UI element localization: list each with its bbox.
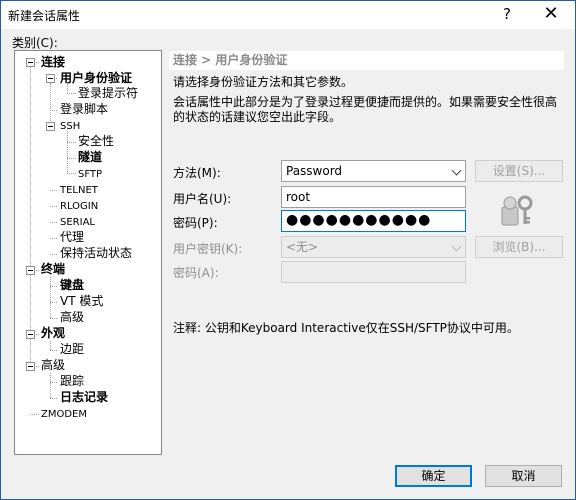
tree-item-serial[interactable]: SERIAL	[60, 215, 95, 230]
method-select[interactable]: Password	[281, 160, 466, 182]
browse-button[interactable]: 浏览(B)...	[475, 236, 563, 258]
chevron-down-icon	[451, 241, 462, 252]
tree-line	[67, 142, 76, 143]
tree-item-proxy[interactable]: 代理	[60, 230, 84, 245]
chevron-down-icon	[451, 165, 462, 176]
tree-item-security[interactable]: 安全性	[78, 134, 114, 149]
category-tree[interactable]: 连接 用户身份验证 登录提示符 登录脚本 SSH 安全性 隧道 SFTP TEL…	[14, 50, 162, 455]
help-icon[interactable]: ?	[485, 1, 529, 29]
tree-item-margin[interactable]: 边距	[60, 342, 84, 357]
username-label: 用户名(U):	[173, 192, 232, 206]
tree-line	[30, 414, 39, 415]
user-key-select-value: <无>	[286, 240, 319, 254]
tree-line	[50, 83, 51, 127]
tree-line	[50, 277, 51, 318]
tree-line	[50, 382, 57, 383]
tree-item-sftp[interactable]: SFTP	[78, 167, 102, 182]
tree-item-keyboard[interactable]: 键盘	[60, 278, 84, 293]
window-title: 新建会话属性	[8, 9, 81, 23]
tree-item-login-script[interactable]: 登录脚本	[60, 102, 108, 117]
tree-line	[50, 373, 51, 398]
collapse-icon[interactable]	[26, 362, 35, 371]
note-text: 注释: 公钥和Keyboard Interactive仅在SSH/SFTP协议中…	[173, 321, 519, 335]
tree-line	[67, 93, 76, 94]
tree-item-rlogin[interactable]: RLOGIN	[60, 199, 98, 214]
tree-line	[50, 110, 57, 111]
tree-item-tunnel[interactable]: 隧道	[78, 150, 102, 165]
collapse-icon[interactable]	[46, 74, 55, 83]
setup-button[interactable]: 设置(S)...	[475, 160, 563, 182]
collapse-icon[interactable]	[26, 330, 35, 339]
tree-item-zmodem[interactable]: ZMODEM	[41, 407, 87, 422]
tree-line	[67, 173, 76, 174]
tree-line	[67, 131, 68, 172]
tree-item-user-auth[interactable]: 用户身份验证	[60, 71, 132, 86]
password-label: 密码(P):	[173, 216, 218, 230]
dialog-window: 新建会话属性 ? ✕ 类别(C): 连接 用户身份验证 登录提示符 登录脚本 S…	[0, 0, 576, 500]
password-input[interactable]: ●●●●●●●●●●●	[281, 210, 466, 232]
tree-item-login-prompt[interactable]: 登录提示符	[78, 86, 138, 101]
collapse-icon[interactable]	[26, 266, 35, 275]
method-label: 方法(M):	[173, 166, 221, 180]
passphrase-label: 密码(A):	[173, 266, 219, 280]
tree-line	[50, 318, 57, 319]
tree-line	[50, 206, 57, 207]
close-icon[interactable]: ✕	[529, 1, 573, 29]
tree-line	[67, 158, 76, 159]
method-select-value: Password	[286, 164, 343, 178]
description: 请选择身份验证方法和其它参数。 会话属性中此部分是为了登录过程更便捷而提供的。如…	[173, 75, 565, 125]
tree-line	[50, 341, 51, 350]
category-label: 类别(C):	[12, 36, 58, 50]
collapse-icon[interactable]	[46, 122, 55, 131]
tree-line	[50, 254, 57, 255]
tree-item-ssh[interactable]: SSH	[60, 119, 80, 134]
tree-line	[50, 286, 57, 287]
user-key-label: 用户密钥(K):	[173, 242, 243, 256]
tree-item-logging[interactable]: 日志记录	[60, 390, 108, 405]
tree-line	[50, 398, 57, 399]
user-key-icon	[501, 195, 533, 226]
tree-item-trace[interactable]: 跟踪	[60, 374, 84, 389]
collapse-icon[interactable]	[26, 58, 35, 67]
title-bar: 新建会话属性 ? ✕	[1, 1, 575, 29]
tree-item-terminal[interactable]: 终端	[41, 262, 65, 277]
tree-line	[50, 238, 57, 239]
tree-item-telnet[interactable]: TELNET	[60, 183, 98, 198]
username-input[interactable]: root	[281, 186, 466, 208]
tree-item-terminal-advanced[interactable]: 高级	[60, 310, 84, 325]
description-line: 的状态的话建议您空出此字段。	[173, 110, 342, 124]
description-line: 会话属性中此部分是为了登录过程更便捷而提供的。如果需要安全性很高	[173, 95, 558, 109]
tree-item-connection[interactable]: 连接	[41, 55, 65, 70]
tree-line	[50, 302, 57, 303]
ok-button[interactable]: 确定	[395, 465, 472, 487]
tree-item-vt-mode[interactable]: VT 模式	[60, 294, 103, 309]
tree-item-keepalive[interactable]: 保持活动状态	[60, 246, 132, 261]
description-line: 请选择身份验证方法和其它参数。	[173, 75, 354, 89]
section-header: 连接 > 用户身份验证	[169, 51, 564, 70]
user-key-select[interactable]: <无>	[281, 236, 466, 258]
tree-line	[50, 190, 57, 191]
passphrase-input[interactable]	[281, 261, 466, 283]
tree-line	[50, 222, 57, 223]
tree-item-appearance[interactable]: 外观	[41, 326, 65, 341]
cancel-button[interactable]: 取消	[485, 465, 562, 487]
tree-item-advanced[interactable]: 高级	[41, 358, 65, 373]
tree-line	[50, 350, 57, 351]
tree-line	[30, 61, 31, 366]
